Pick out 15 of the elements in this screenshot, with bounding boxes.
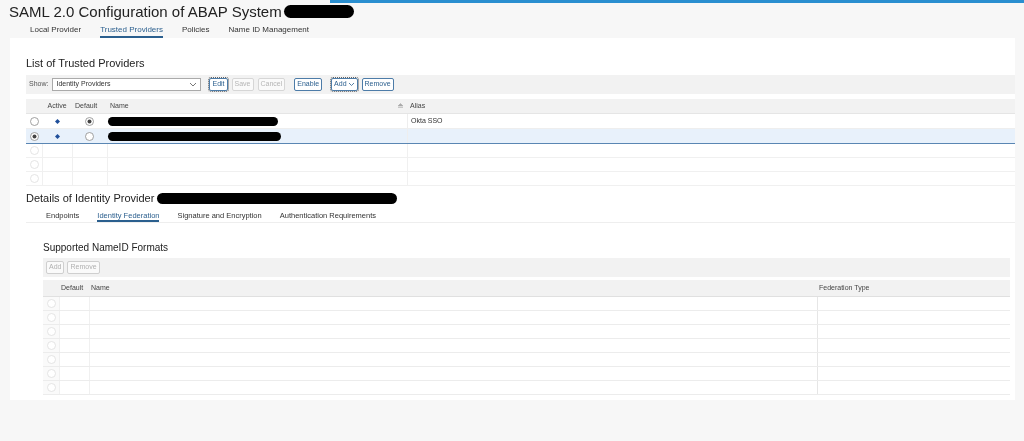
tab[interactable]: Local Provider <box>30 24 82 38</box>
radio-button[interactable] <box>85 116 94 126</box>
section-heading: Supported NameID Formats <box>43 243 170 254</box>
radio-button[interactable] <box>29 131 39 141</box>
table-row[interactable] <box>26 129 1015 144</box>
sort-icon[interactable] <box>397 103 404 109</box>
chevron-down-icon <box>189 82 198 87</box>
radio-button[interactable] <box>85 131 94 141</box>
section-heading: List of Trusted Providers <box>26 58 146 70</box>
tab[interactable]: Policies <box>182 24 210 38</box>
tab[interactable]: Name ID Management <box>228 24 310 38</box>
section-heading: Details of Identity Provider <box>26 192 155 204</box>
chevron-down-icon <box>347 82 355 87</box>
radio-button[interactable] <box>29 116 39 126</box>
page-title: SAML 2.0 Configuration of ABAP System <box>9 4 282 19</box>
